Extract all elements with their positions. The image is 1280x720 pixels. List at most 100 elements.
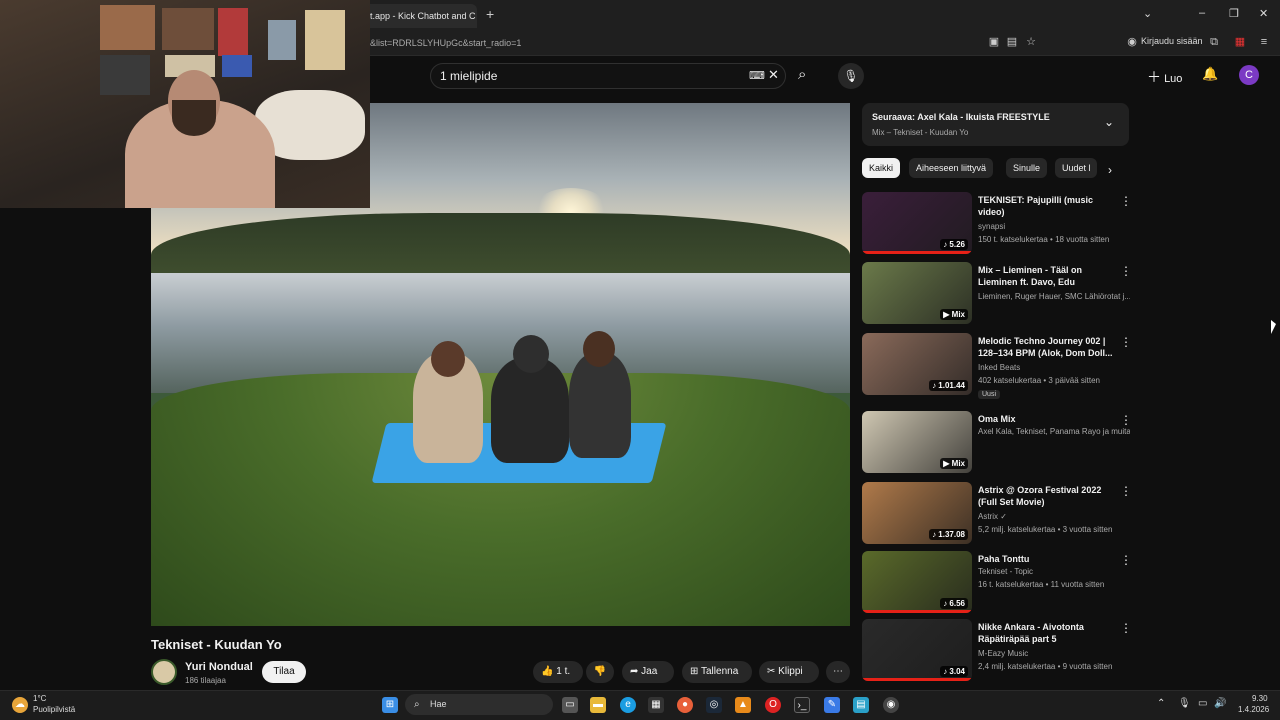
chip-related[interactable]: Aiheeseen liittyvä [909,158,994,178]
edge-browser-icon[interactable]: e [620,697,636,713]
extension-icon[interactable]: ⧉ [1207,35,1221,49]
recommendation-item[interactable]: ▶ Mix Oma Mix Axel Kala, Tekniset, Panama … [862,411,1132,477]
file-explorer-icon[interactable]: ▬ [590,697,606,713]
close-window-icon[interactable]: ✕ [1259,7,1268,20]
store-icon[interactable]: ▦ [648,697,664,713]
recommendation-thumbnail[interactable]: ♪ 1.01.44 [862,333,972,395]
tab-list-chevron-icon[interactable]: ⌄ [1143,7,1152,20]
new-badge: Uusi [978,390,1001,399]
dislike-button[interactable]: 👎 [586,661,614,683]
clear-search-icon[interactable]: ✕ [768,67,779,83]
menu-icon[interactable]: ≡ [1257,35,1271,49]
recommendation-channel[interactable]: Astrix ✓ [978,512,1130,521]
share-button[interactable]: ➦ Jaa [622,661,674,683]
screenshot-icon[interactable]: ▣ [987,35,1001,49]
save-button[interactable]: ⊞ Tallenna [682,661,752,683]
up-next-panel[interactable] [862,103,1129,146]
recommendation-item[interactable]: ♪ 6.56 Paha Tonttu Tekniset - Topic 16 t. k… [862,551,1132,617]
recommendation-channel[interactable]: Inked Beats [978,363,1130,372]
start-windows-icon[interactable]: ⊞ [382,697,398,713]
recommendation-thumbnail[interactable]: ♪ 3.04 [862,619,972,681]
recommendation-thumbnail[interactable]: ♪ 5.26 [862,192,972,254]
browser-tab[interactable]: t.app - Kick Chatbot and C [362,4,477,28]
obs-icon[interactable]: ◉ [883,697,899,713]
more-actions-button[interactable]: ⋯ [826,661,850,683]
chip-for-you[interactable]: Sinulle [1006,158,1048,178]
account-avatar[interactable]: C [1239,65,1259,85]
recommendation-channel[interactable]: Tekniset - Topic [978,567,1130,576]
opera-icon[interactable]: O [765,697,781,713]
more-options-icon[interactable]: ⋮ [1120,194,1132,208]
search-input[interactable]: 1 mielipide [440,69,497,83]
app-icon[interactable]: ▤ [853,697,869,713]
more-options-icon[interactable]: ⋮ [1120,553,1132,567]
recommendation-thumbnail[interactable]: ▶ Mix [862,411,972,473]
recommendation-title[interactable]: Paha Tonttu [978,553,1118,565]
tray-mic-icon[interactable]: 🎙 [1178,698,1191,709]
tray-chevron-icon[interactable]: ⌃ [1157,698,1165,709]
editor-icon[interactable]: ✎ [824,697,840,713]
create-button[interactable]: ＋ Luo [1147,67,1182,87]
recommendation-item[interactable]: ♪ 1.37.08 Astrix @ Ozora Festival 2022 (F… [862,482,1132,548]
signin-link[interactable]: Kirjaudu sisään [1141,36,1203,46]
subscribe-button[interactable]: Tilaa [262,661,306,683]
chip-all[interactable]: Kaikki [862,158,901,178]
taskbar-search-icon: ⌕ [414,699,420,710]
more-options-icon[interactable]: ⋮ [1120,484,1132,498]
chevron-right-icon[interactable]: › [1108,163,1112,177]
duration-badge: ▶ Mix [940,458,968,469]
terminal-icon[interactable]: ›_ [794,697,810,713]
recommendation-thumbnail[interactable]: ♪ 1.37.08 [862,482,972,544]
new-tab-button[interactable]: + [486,6,494,22]
recommendation-channel[interactable]: M-Eazy Music [978,649,1130,658]
recommendation-thumbnail[interactable]: ♪ 6.56 [862,551,972,613]
channel-avatar[interactable] [151,659,177,685]
wall-flag [222,55,252,77]
bookmark-star-icon[interactable]: ☆ [1024,35,1038,49]
recommendation-item[interactable]: ♪ 5.26 TEKNISET: Pajupilli (music video) s… [862,192,1132,258]
notifications-bell-icon[interactable]: 🔔 [1202,66,1218,82]
task-view-icon[interactable]: ▭ [562,697,578,713]
tray-display-icon[interactable]: ▭ [1198,698,1207,709]
recommendation-title[interactable]: Oma Mix [978,413,1118,425]
addon-icon[interactable]: ▦ [1233,35,1247,49]
maximize-icon[interactable]: ❐ [1229,7,1239,20]
chevron-down-icon[interactable]: ⌄ [1104,115,1114,129]
recommendation-title[interactable]: Nikke Ankara - Aivotonta Räpätiräpää par… [978,621,1118,645]
wall-poster [305,10,345,70]
recommendation-channel[interactable]: synapsi [978,222,1130,231]
recommendation-item[interactable]: ♪ 3.04 Nikke Ankara - Aivotonta Räpätiräp… [862,619,1132,685]
weather-icon[interactable]: ☁ [12,697,28,713]
tray-volume-icon[interactable]: 🔊 [1214,698,1226,709]
recommendation-channel[interactable]: Lieminen, Ruger Hauer, SMC Lähiörotat j.… [978,292,1130,301]
recommendation-channel[interactable]: Axel Kala, Tekniset, Panama Rayo ja muit… [978,427,1130,436]
recommendation-thumbnail[interactable]: ▶ Mix [862,262,972,324]
chip-new[interactable]: Uudet l [1055,158,1097,178]
clip-button[interactable]: ✂ Klippi [759,661,819,683]
more-options-icon[interactable]: ⋮ [1120,335,1132,349]
recommendation-title[interactable]: TEKNISET: Pajupilli (music video) [978,194,1118,218]
recommendation-title[interactable]: Melodic Techno Journey 002 | 128–134 BPM… [978,335,1118,359]
firefox-icon[interactable]: ● [677,697,693,713]
reader-icon[interactable]: ▤ [1005,35,1019,49]
url-text[interactable]: &list=RDRLSLYHUpGc&start_radio=1 [370,38,521,48]
more-options-icon[interactable]: ⋮ [1120,413,1132,427]
clock-date[interactable]: 1.4.2026 [1238,705,1269,714]
search-icon[interactable]: ⌕ [798,66,806,83]
keyboard-icon[interactable]: ⌨ [749,69,765,82]
like-button[interactable]: 👍 1 t. [533,661,583,683]
more-options-icon[interactable]: ⋮ [1120,621,1132,635]
clock-time[interactable]: 9.30 [1252,694,1268,703]
recommendation-title[interactable]: Astrix @ Ozora Festival 2022 (Full Set M… [978,484,1118,508]
channel-name[interactable]: Yuri Nondual [185,661,253,673]
account-icon[interactable]: ◉ [1125,35,1139,49]
recommendation-title[interactable]: Mix – Lieminen - Tääl on Lieminen ft. Da… [978,264,1118,288]
vlc-icon[interactable]: ▲ [735,697,751,713]
minimize-icon[interactable]: – [1199,7,1205,19]
recommendation-item[interactable]: ▶ Mix Mix – Lieminen - Tääl on Lieminen f… [862,262,1132,328]
microphone-icon[interactable]: 🎙 [838,63,864,89]
more-options-icon[interactable]: ⋮ [1120,264,1132,278]
recommendation-item[interactable]: ♪ 1.01.44 Melodic Techno Journey 002 | 12… [862,333,1132,399]
steam-icon[interactable]: ◎ [706,697,722,713]
taskbar-search[interactable] [405,694,553,715]
